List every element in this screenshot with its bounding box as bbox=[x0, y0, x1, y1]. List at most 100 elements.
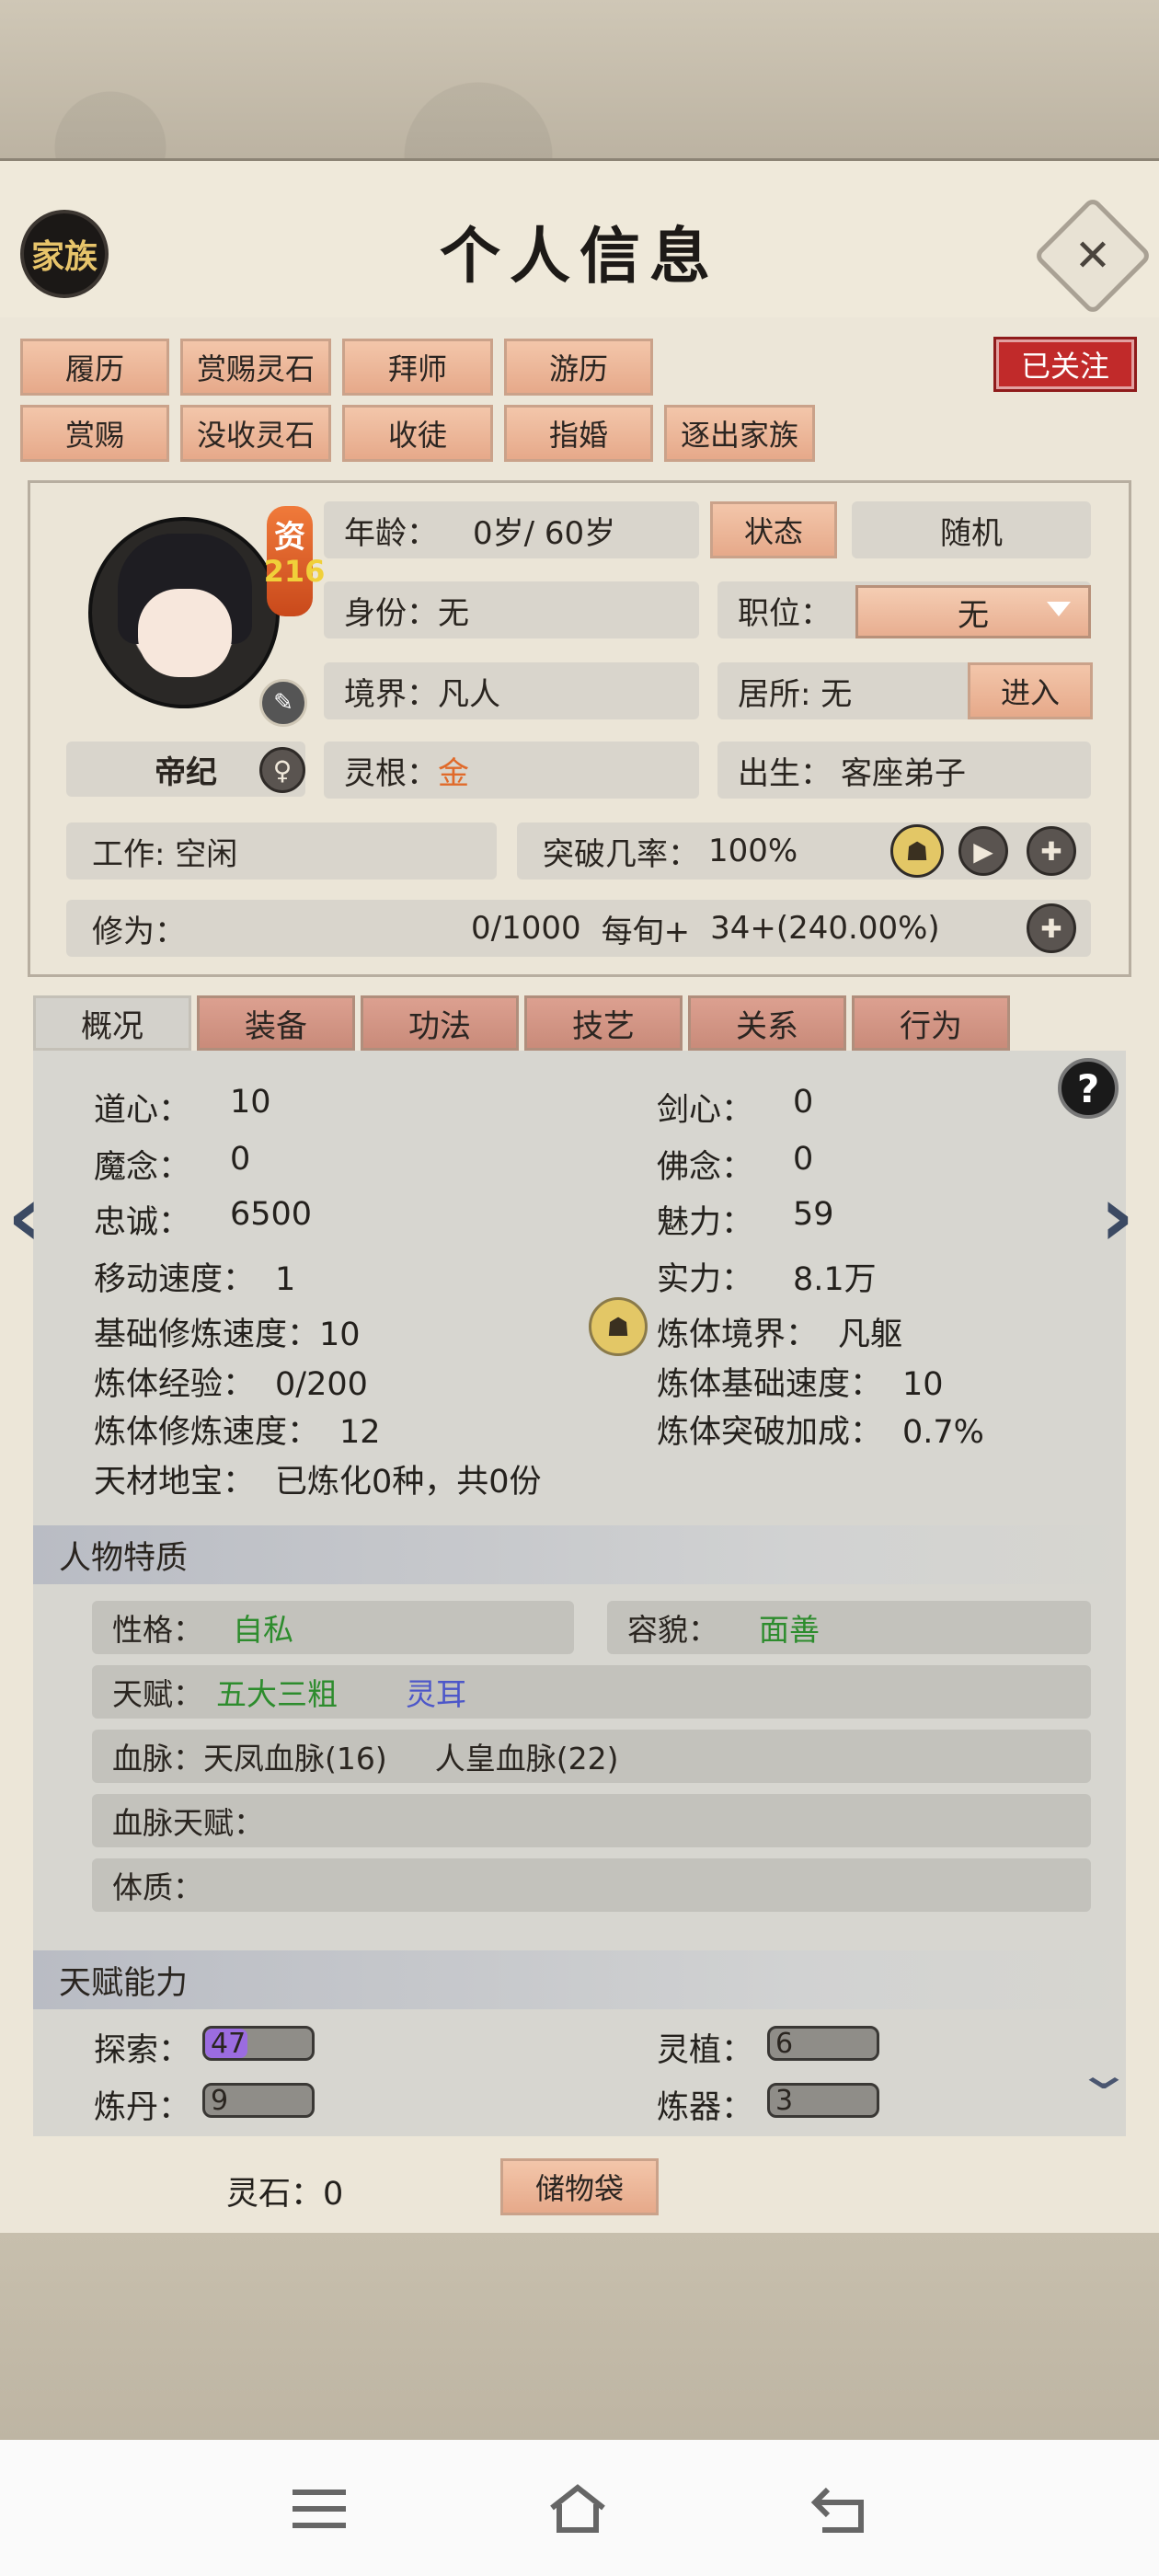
take-disciple-button[interactable]: 收徒 bbox=[342, 405, 493, 462]
position-label: 职位： bbox=[738, 594, 832, 632]
spirit-root-field: 灵根： 金 bbox=[324, 742, 699, 799]
ability-explore-label: 探索： bbox=[94, 2032, 191, 2069]
confiscate-stone-button[interactable]: 没收灵石 bbox=[180, 405, 331, 462]
appearance-row: 容貌： 面善 bbox=[607, 1601, 1091, 1654]
stat-demon-thought: 魔念： 0 bbox=[94, 1141, 251, 1186]
stat-move-speed: 移动速度： 1 bbox=[94, 1261, 296, 1298]
tab-techniques[interactable]: 功法 bbox=[361, 995, 519, 1051]
stat-body-cultivation-speed: 炼体修炼速度： 12 bbox=[94, 1414, 381, 1451]
stat-dao-heart: 道心： 10 bbox=[94, 1084, 271, 1129]
stat-base-cultivation-speed: 基础修炼速度：10 bbox=[94, 1317, 361, 1353]
ability-forge-label: 炼器： bbox=[657, 2089, 754, 2126]
stat-charm: 魅力： 59 bbox=[657, 1196, 834, 1241]
realm-value: 凡人 bbox=[438, 675, 500, 713]
age-label: 年龄： bbox=[344, 514, 438, 552]
ability-explore-bar: 47 bbox=[202, 2026, 315, 2061]
menu-icon[interactable] bbox=[293, 2484, 346, 2530]
physique-row: 体质： bbox=[92, 1858, 1091, 1912]
talent-2[interactable]: 灵耳 bbox=[406, 1670, 466, 1714]
top-decor bbox=[0, 0, 1159, 158]
lower-decor bbox=[0, 2233, 1159, 2440]
tab-equipment[interactable]: 装备 bbox=[197, 995, 355, 1051]
page-title: 个人信息 bbox=[440, 220, 719, 292]
cultivation-label: 修为： bbox=[92, 913, 186, 950]
realm-label: 境界： bbox=[344, 675, 438, 713]
per-term-label: 每旬+ bbox=[601, 913, 691, 950]
spirit-root-label: 灵根： bbox=[344, 754, 438, 792]
storage-bag-button[interactable]: 储物袋 bbox=[500, 2158, 659, 2215]
body-realm-icon[interactable]: ☗ bbox=[589, 1297, 648, 1356]
expel-button[interactable]: 逐出家族 bbox=[664, 405, 815, 462]
breakthrough-label: 突破几率： bbox=[543, 835, 699, 873]
personality-value: 自私 bbox=[233, 1612, 293, 1648]
appearance-value: 面善 bbox=[759, 1612, 820, 1648]
play-icon[interactable]: ▶ bbox=[958, 826, 1008, 876]
spirit-stone-count: 灵石：0 bbox=[226, 2176, 344, 2213]
travel-button[interactable]: 游历 bbox=[504, 339, 653, 396]
bloodline-2[interactable]: 人皇血脉(22) bbox=[435, 1734, 619, 1778]
back-icon[interactable] bbox=[809, 2484, 868, 2536]
stat-loyalty: 忠诚： 6500 bbox=[94, 1196, 313, 1241]
enter-button[interactable]: 进入 bbox=[968, 662, 1093, 719]
age-field: 年龄： 0岁/ 60岁 bbox=[324, 501, 699, 558]
tab-skills[interactable]: 技艺 bbox=[524, 995, 683, 1051]
stat-treasures: 天材地宝： 已炼化0种，共0份 bbox=[94, 1464, 542, 1501]
close-icon[interactable]: ✕ bbox=[1050, 213, 1135, 298]
next-arrow-icon[interactable]: › bbox=[1100, 1168, 1134, 1265]
follow-badge[interactable]: 已关注 bbox=[993, 337, 1137, 392]
ability-forge-bar: 3 bbox=[767, 2083, 879, 2118]
tab-behavior[interactable]: 行为 bbox=[852, 995, 1010, 1051]
bloodline-talent-row: 血脉天赋： bbox=[92, 1794, 1091, 1847]
stat-body-exp: 炼体经验： 0/200 bbox=[94, 1366, 368, 1403]
age-value: 0岁/ 60岁 bbox=[473, 514, 616, 552]
ability-forge-value: 3 bbox=[775, 2084, 794, 2117]
cultivation-value: 0/1000 bbox=[471, 910, 581, 947]
identity-value: 无 bbox=[438, 594, 469, 632]
help-icon[interactable]: ? bbox=[1058, 1058, 1119, 1119]
stat-body-realm: 炼体境界： 凡躯 bbox=[657, 1317, 903, 1353]
plus-icon-cultivation[interactable]: ✚ bbox=[1027, 903, 1076, 953]
tab-relations[interactable]: 关系 bbox=[688, 995, 846, 1051]
stat-body-base-speed: 炼体基础速度： 10 bbox=[657, 1366, 944, 1403]
reward-stone-button[interactable]: 赏赐灵石 bbox=[180, 339, 331, 396]
stat-sword-heart: 剑心： 0 bbox=[657, 1084, 814, 1129]
plus-icon[interactable]: ✚ bbox=[1027, 826, 1076, 876]
tab-overview[interactable]: 概况 bbox=[33, 995, 191, 1051]
identity-label: 身份： bbox=[344, 594, 438, 632]
birth-field: 出生： 客座弟子 bbox=[717, 742, 1091, 799]
scroll-down-icon[interactable]: ⌄ bbox=[1074, 2048, 1133, 2099]
edit-pen-icon[interactable]: ✎ bbox=[259, 679, 307, 727]
reward-button[interactable]: 赏赐 bbox=[20, 405, 169, 462]
per-term-value: 34+(240.00%) bbox=[710, 910, 940, 947]
home-icon[interactable] bbox=[548, 2484, 607, 2536]
breakthrough-value: 100% bbox=[708, 833, 798, 869]
chevron-down-icon[interactable] bbox=[1047, 602, 1071, 616]
resource-value: 216 bbox=[263, 554, 326, 589]
ability-plant-label: 灵植： bbox=[657, 2032, 754, 2069]
person-icon[interactable]: ☗ bbox=[890, 824, 944, 878]
status-button[interactable]: 状态 bbox=[710, 501, 837, 558]
bloodline-1[interactable]: 天凤血脉(16) bbox=[203, 1734, 387, 1778]
resource-char: 资 bbox=[274, 519, 305, 556]
stat-body-break-bonus: 炼体突破加成： 0.7% bbox=[657, 1414, 984, 1451]
prev-arrow-icon[interactable]: ‹ bbox=[7, 1168, 41, 1265]
apprentice-button[interactable]: 拜师 bbox=[342, 339, 493, 396]
personality-row: 性格： 自私 bbox=[92, 1601, 574, 1654]
work-field: 工作: 空闲 bbox=[66, 822, 497, 880]
identity-field: 身份： 无 bbox=[324, 581, 699, 638]
stat-strength: 实力： 8.1万 bbox=[657, 1261, 877, 1298]
ability-alchemy-value: 9 bbox=[211, 2084, 229, 2117]
talent-row: 天赋： 五大三粗 灵耳 bbox=[92, 1665, 1091, 1719]
resume-button[interactable]: 履历 bbox=[20, 339, 169, 396]
talent-1[interactable]: 五大三粗 bbox=[216, 1670, 338, 1714]
ability-explore-value: 47 bbox=[211, 2027, 247, 2060]
ability-plant-value: 6 bbox=[775, 2027, 794, 2060]
bloodline-row: 血脉： 天凤血脉(16) 人皇血脉(22) bbox=[92, 1730, 1091, 1783]
traits-heading: 人物特质 bbox=[33, 1525, 1126, 1584]
birth-label: 出生： bbox=[738, 754, 832, 792]
avatar-face bbox=[138, 589, 232, 677]
random-button[interactable]: 随机 bbox=[852, 501, 1091, 558]
stat-buddha-thought: 佛念： 0 bbox=[657, 1141, 814, 1186]
ability-alchemy-label: 炼丹： bbox=[94, 2089, 191, 2126]
arrange-marriage-button[interactable]: 指婚 bbox=[504, 405, 653, 462]
